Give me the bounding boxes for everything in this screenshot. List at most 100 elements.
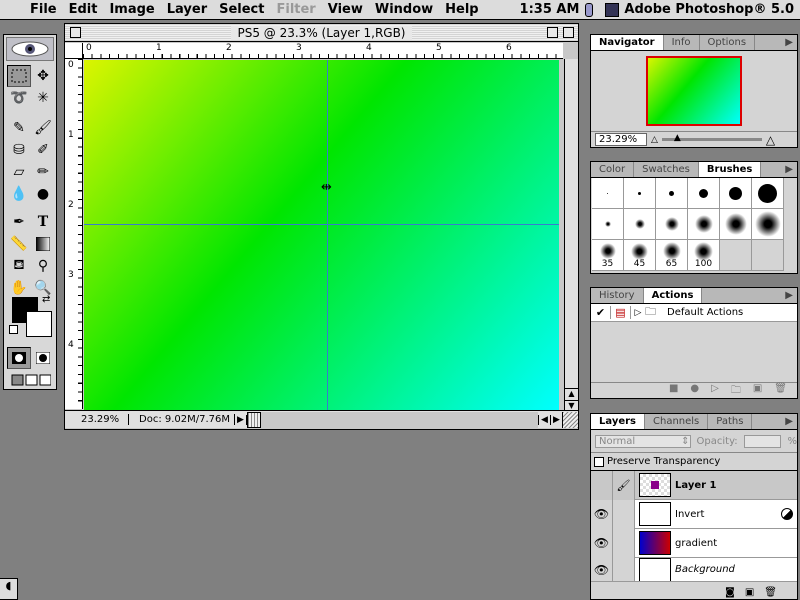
tab-navigator[interactable]: Navigator bbox=[591, 35, 664, 50]
brush-tip[interactable]: 100 bbox=[688, 240, 720, 271]
menu-image[interactable]: Image bbox=[103, 0, 160, 20]
hand-tool-icon[interactable]: ✋ bbox=[7, 277, 31, 299]
tab-swatches[interactable]: Swatches bbox=[634, 162, 699, 177]
close-box-icon[interactable] bbox=[70, 27, 81, 38]
layer-row[interactable]: 👁 Background bbox=[591, 558, 797, 582]
paint-bucket-tool-icon[interactable]: ⛾ bbox=[7, 255, 31, 277]
dialog-toggle-icon[interactable]: ▤ bbox=[611, 306, 631, 319]
ruler-origin[interactable] bbox=[65, 43, 83, 59]
burn-tool-icon[interactable]: ● bbox=[31, 183, 55, 205]
horizontal-scrollbar[interactable] bbox=[247, 411, 538, 428]
eye-icon[interactable] bbox=[591, 470, 613, 500]
gradient-tool-icon[interactable] bbox=[31, 233, 55, 255]
resize-grip-icon[interactable] bbox=[562, 411, 578, 428]
layer-row[interactable]: 👁 Invert bbox=[591, 499, 797, 529]
action-set-name[interactable]: Default Actions bbox=[663, 307, 743, 318]
palette-menu-arrow-icon[interactable]: ▶ bbox=[781, 288, 797, 303]
move-tool-icon[interactable]: ✥ bbox=[31, 65, 55, 87]
zoom-slider[interactable]: ▲ bbox=[661, 133, 762, 143]
action-toggle-checkbox-icon[interactable]: ✔ bbox=[591, 306, 611, 319]
expand-triangle-icon[interactable]: ▷ bbox=[631, 308, 645, 318]
history-brush-tool-icon[interactable]: ✐ bbox=[31, 139, 55, 161]
toolbox-eye-icon[interactable] bbox=[6, 37, 54, 61]
menu-select[interactable]: Select bbox=[213, 0, 270, 20]
brush-tip[interactable] bbox=[656, 209, 688, 240]
scroll-up-icon[interactable]: ▲ bbox=[565, 388, 578, 400]
link-cell[interactable] bbox=[613, 499, 635, 529]
menu-filter[interactable]: Filter bbox=[270, 0, 321, 20]
brush-tip[interactable] bbox=[656, 178, 688, 209]
scroll-left-icon[interactable]: ◀ bbox=[538, 414, 550, 425]
brush-tip[interactable]: 35 bbox=[592, 240, 624, 271]
type-tool-icon[interactable]: T bbox=[31, 211, 55, 233]
menu-layer[interactable]: Layer bbox=[161, 0, 213, 20]
screen-mode-icons[interactable] bbox=[7, 369, 55, 391]
pencil-tool-icon[interactable]: ✏ bbox=[31, 161, 55, 183]
tab-paths[interactable]: Paths bbox=[708, 414, 753, 429]
palette-menu-arrow-icon[interactable]: ▶ bbox=[781, 35, 797, 50]
collapse-box-icon[interactable] bbox=[563, 27, 574, 38]
application-menu[interactable]: Adobe Photoshop® 5.0 bbox=[601, 2, 800, 17]
navigator-thumbnail[interactable] bbox=[646, 56, 742, 126]
brush-tip[interactable] bbox=[688, 178, 720, 209]
tab-options[interactable]: Options bbox=[700, 35, 756, 50]
eye-icon[interactable]: 👁 bbox=[591, 558, 613, 581]
brush-tip[interactable] bbox=[592, 178, 624, 209]
document-title-bar[interactable]: PS5 @ 23.3% (Layer 1,RGB) bbox=[65, 24, 578, 42]
new-action-icon[interactable]: ▣ bbox=[753, 383, 762, 398]
layer-row[interactable]: 👁 gradient bbox=[591, 528, 797, 558]
link-cell[interactable] bbox=[613, 528, 635, 558]
zoom-out-icon[interactable]: △ bbox=[651, 135, 658, 145]
zoom-slider-thumb-icon[interactable]: ▲ bbox=[674, 133, 681, 143]
link-cell[interactable] bbox=[613, 558, 635, 581]
tab-actions[interactable]: Actions bbox=[643, 288, 703, 303]
horizontal-guide[interactable] bbox=[84, 224, 559, 225]
zoom-box-icon[interactable] bbox=[547, 27, 558, 38]
brush-tip[interactable] bbox=[752, 209, 784, 240]
paintbrush-tool-icon[interactable]: 🖌 bbox=[31, 117, 55, 139]
stop-icon[interactable]: ■ bbox=[669, 383, 678, 398]
eye-icon[interactable]: 👁 bbox=[591, 499, 613, 529]
brush-tip[interactable] bbox=[688, 209, 720, 240]
tab-channels[interactable]: Channels bbox=[645, 414, 709, 429]
measure-tool-icon[interactable]: 📏 bbox=[7, 233, 31, 255]
layer-mask-icon[interactable]: ◙ bbox=[725, 587, 735, 598]
palette-menu-arrow-icon[interactable]: ▶ bbox=[781, 414, 797, 429]
magic-wand-tool-icon[interactable]: ✳ bbox=[31, 87, 55, 109]
menu-clock[interactable]: 1:35 AM bbox=[520, 2, 586, 17]
marquee-tool-icon[interactable] bbox=[7, 65, 31, 87]
battery-icon[interactable] bbox=[585, 2, 594, 17]
navigator-zoom-field[interactable]: 23.29% bbox=[595, 133, 647, 146]
play-icon[interactable]: ▷ bbox=[711, 383, 719, 398]
layer-row[interactable]: 🖌 Layer 1 bbox=[591, 470, 797, 500]
background-color-swatch[interactable] bbox=[26, 311, 52, 337]
brush-tip-empty[interactable] bbox=[720, 240, 752, 271]
eraser-tool-icon[interactable]: ▱ bbox=[7, 161, 31, 183]
lasso-tool-icon[interactable]: ➰ bbox=[7, 87, 31, 109]
brush-tip[interactable] bbox=[624, 209, 656, 240]
status-menu-arrow-icon[interactable]: ▶ bbox=[235, 414, 247, 425]
record-icon[interactable]: ● bbox=[690, 383, 699, 398]
vertical-guide[interactable] bbox=[327, 60, 328, 410]
new-set-icon[interactable]: 🗀 bbox=[731, 383, 741, 398]
scroll-thumb[interactable] bbox=[247, 411, 261, 428]
quick-mask-mode-icon[interactable] bbox=[31, 347, 55, 369]
menu-edit[interactable]: Edit bbox=[63, 0, 104, 20]
tab-history[interactable]: History bbox=[591, 288, 644, 303]
rubber-stamp-tool-icon[interactable]: ⛁ bbox=[7, 139, 31, 161]
zoom-in-icon[interactable]: △ bbox=[766, 133, 775, 147]
pen-tool-icon[interactable]: ✒ bbox=[7, 211, 31, 233]
menu-help[interactable]: Help bbox=[439, 0, 484, 20]
swap-colors-icon[interactable]: ⇄ bbox=[42, 294, 50, 305]
tab-color[interactable]: Color bbox=[591, 162, 635, 177]
default-colors-icon[interactable] bbox=[9, 325, 18, 334]
image-canvas[interactable]: ⇹ bbox=[84, 60, 559, 410]
brush-tip[interactable] bbox=[752, 178, 784, 209]
preserve-transparency-checkbox[interactable] bbox=[594, 456, 604, 467]
palette-menu-arrow-icon[interactable]: ▶ bbox=[781, 162, 797, 177]
airbrush-tool-icon[interactable]: ✎ bbox=[7, 117, 31, 139]
trash-icon[interactable]: 🗑 bbox=[774, 383, 787, 398]
brush-tip-empty[interactable] bbox=[752, 240, 784, 271]
tab-brushes[interactable]: Brushes bbox=[698, 162, 762, 177]
opacity-field[interactable] bbox=[743, 434, 782, 448]
